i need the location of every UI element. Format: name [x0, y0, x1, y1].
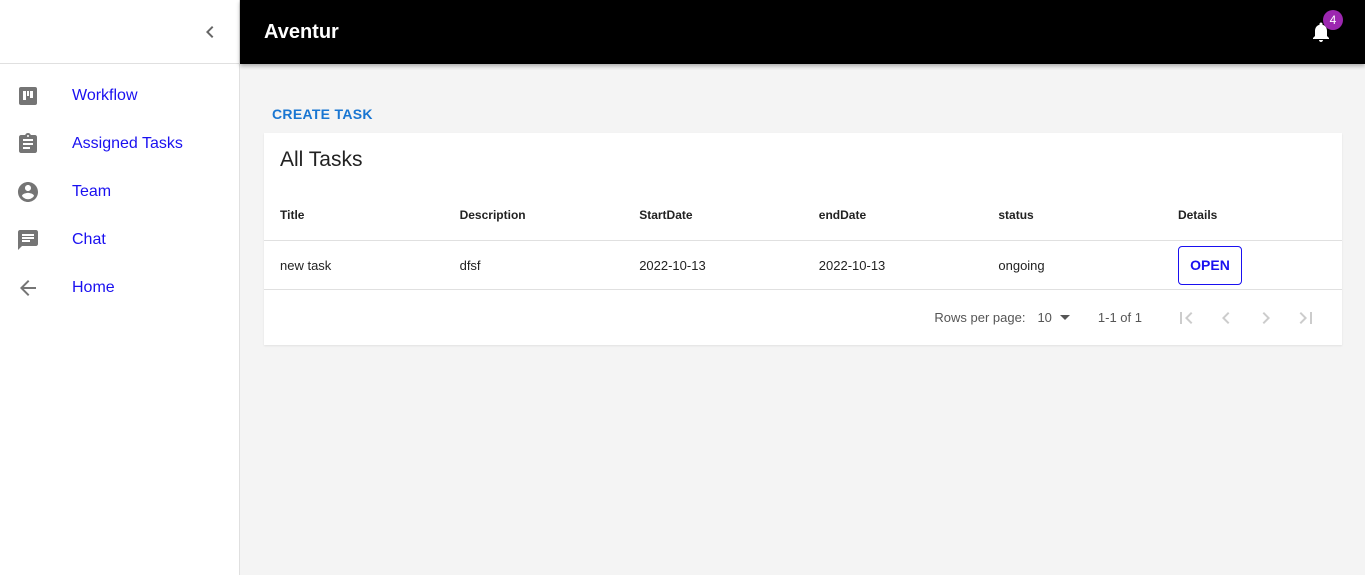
table-row: new task dfsf 2022-10-13 2022-10-13 ongo…	[264, 241, 1342, 290]
open-button[interactable]: OPEN	[1177, 245, 1242, 285]
column-header: Description	[459, 207, 526, 222]
rows-per-page-select[interactable]: 10	[1037, 310, 1070, 325]
rows-per-page-value: 10	[1037, 310, 1052, 325]
arrow-back-icon	[16, 276, 40, 300]
sidebar-item-home[interactable]: Home	[0, 264, 239, 312]
cell-status: ongoing	[998, 257, 1045, 273]
page-range: 1-1 of 1	[1097, 310, 1142, 325]
sidebar: Workflow Assigned Tasks Team Chat Home	[0, 0, 240, 575]
pagination: Rows per page: 10 1-1 of 1	[264, 290, 1342, 345]
cell-title: new task	[280, 257, 332, 273]
collapse-sidebar-button[interactable]	[198, 20, 222, 44]
create-task-button[interactable]: CREATE TASK	[264, 100, 381, 128]
first-page-icon	[1180, 311, 1193, 324]
cell-end-date: 2022-10-13	[818, 257, 886, 273]
table-header: Title Description StartDate endDate stat…	[264, 189, 1342, 241]
chevron-left-icon	[1222, 311, 1230, 324]
column-header: Title	[280, 207, 305, 222]
sidebar-item-label: Assigned Tasks	[72, 135, 183, 152]
account-circle-icon	[16, 180, 40, 204]
notification-badge: 4	[1323, 10, 1343, 30]
sidebar-item-label: Chat	[72, 231, 106, 248]
sidebar-header	[0, 0, 239, 64]
chevron-left-icon	[206, 26, 214, 38]
sidebar-nav: Workflow Assigned Tasks Team Chat Home	[0, 64, 239, 312]
app-bar: Aventur	[240, 0, 1365, 64]
column-header: StartDate	[639, 207, 693, 222]
rows-per-page-label: Rows per page:	[934, 310, 1026, 325]
sidebar-item-label: Workflow	[72, 87, 138, 104]
chevron-right-icon	[1262, 311, 1270, 324]
last-page-icon	[1299, 311, 1312, 324]
column-header: status	[998, 207, 1034, 222]
workflow-icon	[16, 84, 40, 108]
cell-start-date: 2022-10-13	[639, 257, 706, 273]
column-header: endDate	[818, 207, 867, 222]
cell-description: dfsf	[459, 257, 481, 273]
next-page-button[interactable]	[1246, 298, 1286, 338]
app-title: Aventur	[264, 20, 339, 43]
cell-details: OPEN	[1162, 245, 1342, 285]
tasks-card: All Tasks Title Description StartDate en…	[264, 133, 1342, 345]
sidebar-item-label: Home	[72, 279, 115, 296]
sidebar-item-team[interactable]: Team	[0, 168, 239, 216]
column-header: Details	[1177, 207, 1218, 222]
card-title: All Tasks	[280, 148, 363, 171]
first-page-button[interactable]	[1166, 298, 1206, 338]
sidebar-item-workflow[interactable]: Workflow	[0, 72, 239, 120]
caret-down-icon	[1059, 315, 1070, 320]
previous-page-button[interactable]	[1206, 298, 1246, 338]
chat-icon	[16, 228, 40, 252]
sidebar-item-assigned-tasks[interactable]: Assigned Tasks	[0, 120, 239, 168]
clipboard-icon	[16, 132, 40, 156]
sidebar-item-chat[interactable]: Chat	[0, 216, 239, 264]
last-page-button[interactable]	[1286, 298, 1326, 338]
sidebar-item-label: Team	[72, 183, 112, 200]
